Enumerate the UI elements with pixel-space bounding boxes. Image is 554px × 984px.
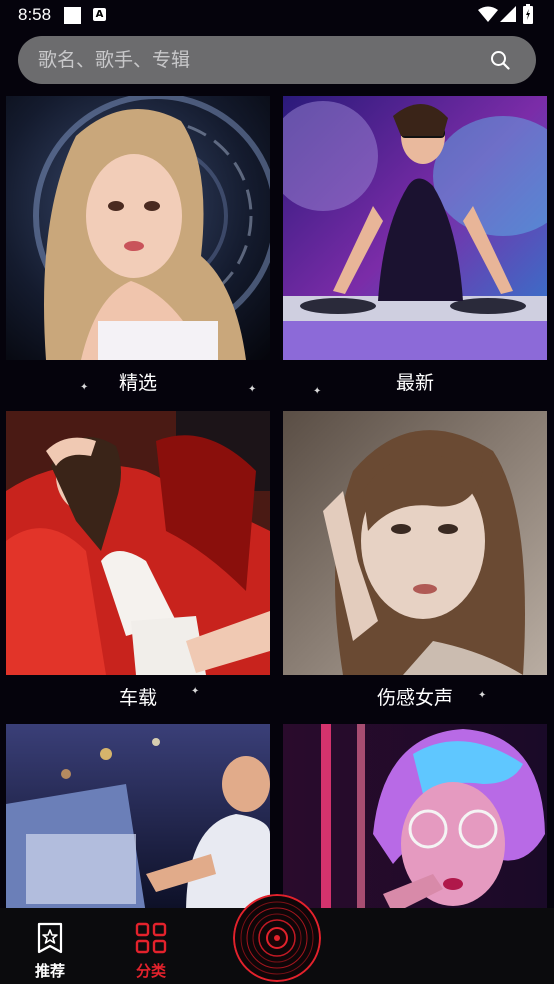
status-time: 8:58 xyxy=(18,5,52,24)
nav-tab-recommend[interactable]: 推荐 xyxy=(20,922,80,981)
notification-square-icon xyxy=(64,7,81,24)
nav-label: 推荐 xyxy=(34,962,65,980)
category-card-featured[interactable]: 精选 xyxy=(6,96,270,394)
category-cover-image[interactable] xyxy=(6,96,270,360)
category-label: 精选 xyxy=(118,372,157,394)
vinyl-disc-icon[interactable] xyxy=(233,894,321,982)
category-card-dj[interactable] xyxy=(6,724,270,914)
a-notification-icon: A xyxy=(93,8,106,21)
sparkle-decoration: ✦ xyxy=(248,384,257,395)
category-card-neon[interactable] xyxy=(283,724,547,914)
category-label: 车载 xyxy=(118,687,157,709)
category-card-car[interactable]: 车载 xyxy=(6,411,270,709)
category-cover-image[interactable] xyxy=(6,411,270,675)
nav-tab-category[interactable]: 分类 xyxy=(121,922,181,981)
category-label: 最新 xyxy=(395,372,434,394)
sparkle-decoration: ✦ xyxy=(313,386,322,397)
category-cover-image[interactable] xyxy=(283,724,547,914)
nav-label: 分类 xyxy=(135,962,166,980)
star-bookmark-icon xyxy=(37,922,63,954)
status-bar: 8:58 A xyxy=(0,0,554,30)
category-card-sad-female[interactable]: 伤感女声 xyxy=(283,411,547,709)
wifi-icon xyxy=(478,6,498,22)
sparkle-decoration: ✦ xyxy=(80,382,89,393)
grid-icon xyxy=(135,922,167,954)
category-cover-image[interactable] xyxy=(283,411,547,675)
battery-icon xyxy=(523,4,533,24)
search-bar[interactable] xyxy=(18,36,536,84)
category-cover-image[interactable] xyxy=(6,724,270,914)
category-cover-image[interactable] xyxy=(283,96,547,360)
category-card-latest[interactable]: 最新 xyxy=(283,96,547,394)
search-input[interactable] xyxy=(18,36,478,84)
search-icon[interactable] xyxy=(490,50,510,70)
category-label: 伤感女声 xyxy=(376,687,453,709)
sparkle-decoration: ✦ xyxy=(191,686,200,697)
sparkle-decoration: ✦ xyxy=(478,690,487,701)
category-grid: 精选 最新 车载 伤感女声 ✦ ✦ ✦ ✦ ✦ xyxy=(0,96,554,916)
cell-signal-icon xyxy=(500,6,516,22)
